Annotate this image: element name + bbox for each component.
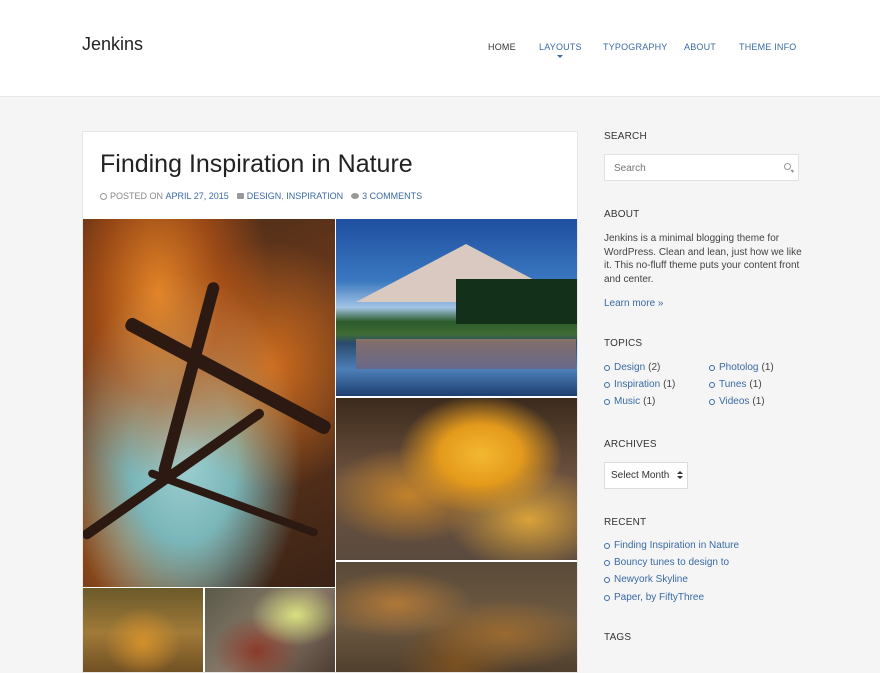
recent-item-label: Newyork Skyline: [614, 574, 688, 585]
search-field[interactable]: [604, 154, 799, 181]
bullet-circle-icon: [604, 576, 610, 583]
nav-typography[interactable]: TYPOGRAPHY: [603, 42, 668, 52]
recent-item-label: Paper, by FiftyThree: [614, 592, 705, 603]
gallery-photo-yellow-leaves[interactable]: [336, 398, 577, 560]
topic-label: Music: [614, 396, 641, 407]
nav-layouts-label: LAYOUTS: [539, 42, 582, 52]
chevron-down-icon: [557, 55, 564, 58]
topic-item-videos[interactable]: Videos (1): [709, 396, 765, 407]
tags-widget-title: TAGS: [604, 632, 632, 643]
recent-widget-title: RECENT: [604, 517, 647, 528]
topic-count: (1): [761, 362, 774, 373]
topic-item-tunes[interactable]: Tunes (1): [709, 379, 762, 390]
comments-link[interactable]: 3 COMMENTS: [362, 191, 422, 201]
nav-layouts[interactable]: LAYOUTS: [539, 42, 582, 58]
bullet-circle-icon: [709, 381, 715, 388]
topic-count: (2): [648, 362, 661, 373]
site-header: Jenkins HOME LAYOUTS TYPOGRAPHY ABOUT TH…: [0, 0, 880, 97]
topic-label: Design: [614, 362, 646, 373]
topic-count: (1): [643, 396, 656, 407]
search-input[interactable]: [612, 162, 776, 175]
gallery-photo-mountain-lake[interactable]: [336, 219, 577, 396]
bullet-circle-icon: [709, 364, 715, 371]
comment-icon: [351, 193, 360, 199]
bullet-circle-icon: [604, 398, 610, 405]
topic-count: (1): [752, 396, 765, 407]
post-card: Finding Inspiration in Nature POSTED ON …: [82, 131, 578, 673]
bullet-circle-icon: [604, 364, 610, 371]
folder-icon: [236, 193, 244, 199]
bullet-circle-icon: [604, 542, 610, 549]
category-separator: ,: [281, 191, 284, 201]
topic-count: (1): [663, 379, 676, 390]
bullet-circle-icon: [604, 559, 610, 566]
topic-item-photolog[interactable]: Photolog (1): [709, 362, 774, 373]
post-meta: POSTED ON APRIL 27, 2015 DESIGN, INSPIRA…: [100, 191, 422, 201]
clock-icon: [100, 192, 107, 200]
about-text: Jenkins is a minimal blogging theme for …: [604, 233, 802, 285]
archives-month-select[interactable]: Select Month: [604, 462, 688, 489]
gallery-photo-autumn-tree[interactable]: [83, 219, 335, 587]
search-widget-title: SEARCH: [604, 131, 647, 142]
bullet-circle-icon: [604, 594, 610, 601]
topic-label: Photolog: [719, 362, 759, 373]
recent-item-label: Finding Inspiration in Nature: [614, 540, 740, 551]
topic-label: Inspiration: [614, 379, 661, 390]
gallery-photo-moss-log[interactable]: [205, 588, 335, 672]
topic-item-design[interactable]: Design (2): [604, 362, 660, 373]
topic-label: Tunes: [719, 379, 747, 390]
recent-item[interactable]: Bouncy tunes to design to: [604, 557, 729, 568]
topic-item-inspiration[interactable]: Inspiration (1): [604, 379, 675, 390]
post-date-link[interactable]: APRIL 27, 2015: [166, 191, 229, 201]
topic-item-music[interactable]: Music (1): [604, 396, 655, 407]
bullet-circle-icon: [709, 398, 715, 405]
learn-more-link[interactable]: Learn more »: [604, 298, 663, 309]
nav-theme-info[interactable]: THEME INFO: [739, 42, 797, 52]
select-arrows-icon: [677, 471, 683, 481]
recent-item[interactable]: Finding Inspiration in Nature: [604, 540, 739, 551]
topics-widget-title: TOPICS: [604, 338, 643, 349]
topic-count: (1): [749, 379, 762, 390]
search-icon[interactable]: [784, 163, 791, 170]
recent-item[interactable]: Newyork Skyline: [604, 574, 688, 585]
archives-widget-title: ARCHIVES: [604, 439, 657, 450]
bullet-circle-icon: [604, 381, 610, 388]
recent-item[interactable]: Paper, by FiftyThree: [604, 592, 704, 603]
posted-on-label: POSTED ON: [110, 191, 164, 201]
nav-about[interactable]: ABOUT: [684, 42, 716, 52]
category-link-inspiration[interactable]: INSPIRATION: [286, 191, 343, 201]
select-value: Select Month: [611, 470, 670, 481]
post-title[interactable]: Finding Inspiration in Nature: [100, 150, 413, 179]
main-nav: HOME LAYOUTS TYPOGRAPHY ABOUT THEME INFO: [0, 42, 880, 62]
gallery-photo-fallen-leaves[interactable]: [336, 562, 577, 672]
category-link-design[interactable]: DESIGN: [247, 191, 282, 201]
recent-item-label: Bouncy tunes to design to: [614, 557, 730, 568]
gallery-photo-grass[interactable]: [83, 588, 203, 672]
nav-home[interactable]: HOME: [488, 42, 516, 52]
about-widget-title: ABOUT: [604, 209, 640, 220]
topic-label: Videos: [719, 396, 750, 407]
